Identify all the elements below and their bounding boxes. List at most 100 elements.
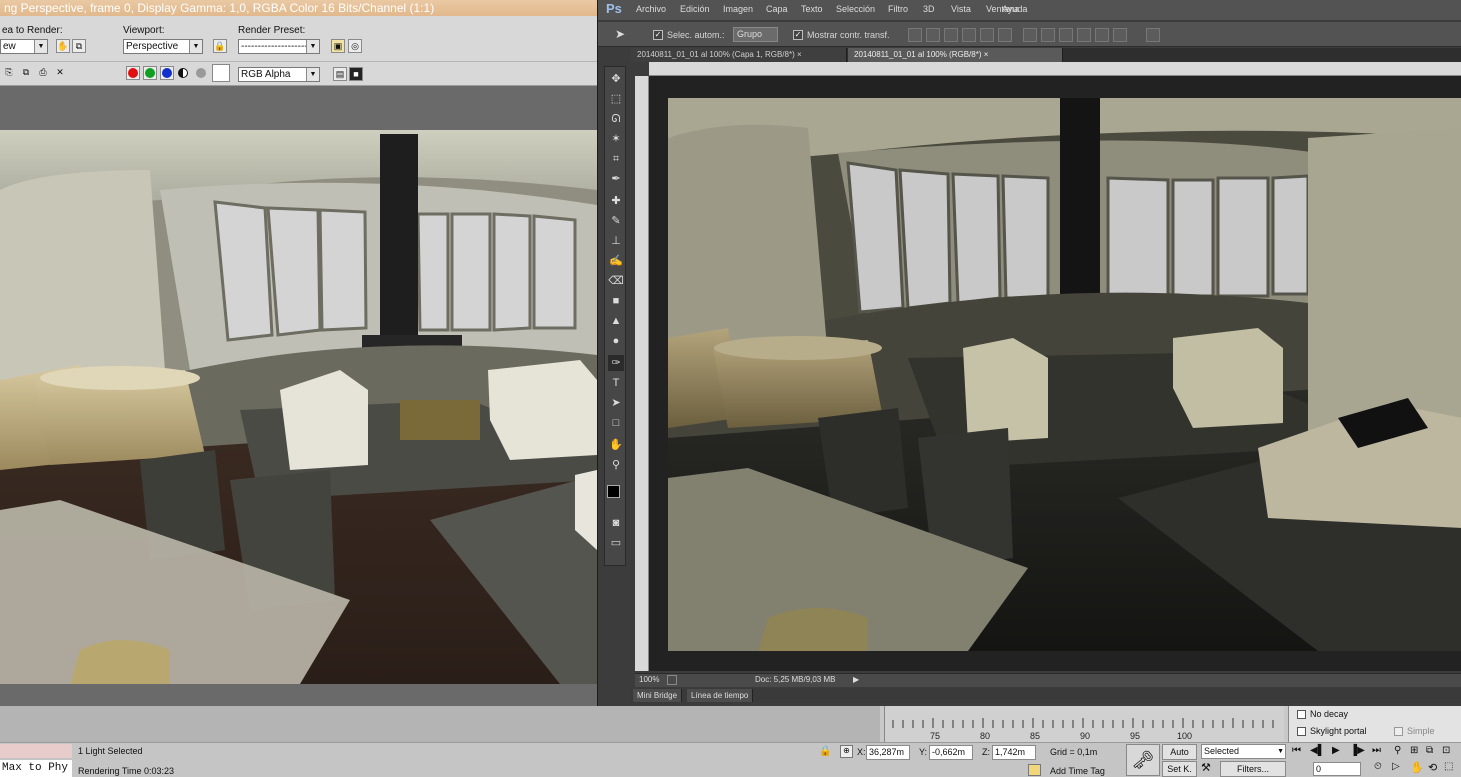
distribute-top-icon[interactable] (1023, 28, 1037, 42)
edit-region-icon[interactable]: ✋ (56, 39, 70, 53)
goto-start-icon[interactable]: ⏮ (1292, 745, 1301, 756)
status-icon[interactable] (667, 675, 677, 685)
environment-icon[interactable]: ◎ (348, 39, 362, 53)
z-coordinate-field[interactable]: 1,742m (992, 745, 1036, 760)
display-channel-icon[interactable]: ▤ (333, 67, 347, 81)
y-coordinate-field[interactable]: -0,662m (929, 745, 973, 760)
dodge-icon[interactable]: ● (608, 333, 624, 349)
field-of-view-icon[interactable]: ▷ (1392, 761, 1400, 772)
key-filter-icon[interactable]: ⚒ (1201, 761, 1217, 776)
screen-mode-icon[interactable]: ▭ (608, 535, 624, 551)
status-menu-arrow[interactable]: ▶ (853, 675, 859, 684)
skylight-portal-checkbox[interactable] (1297, 727, 1306, 736)
display-alpha-icon[interactable]: ■ (349, 67, 363, 81)
quick-mask-icon[interactable]: ◙ (608, 515, 624, 531)
auto-select-dropdown[interactable]: Grupo (733, 27, 778, 42)
time-slider[interactable] (0, 706, 880, 742)
mono-icon[interactable] (196, 68, 206, 78)
menu-3d[interactable]: 3D (923, 4, 935, 14)
distribute-right-icon[interactable] (1113, 28, 1127, 42)
menu-imagen[interactable]: Imagen (723, 4, 753, 14)
align-vcenter-icon[interactable] (926, 28, 940, 42)
hand-icon[interactable]: ✋ (608, 437, 624, 453)
lasso-icon[interactable]: ᘏ (608, 111, 624, 127)
zoom-icon[interactable]: ⚲ (608, 457, 624, 473)
green-channel-toggle[interactable] (143, 66, 157, 80)
viewport-dropdown[interactable]: Perspective ▼ (123, 39, 203, 54)
set-key-icon[interactable]: 🗝 (1126, 744, 1160, 776)
time-config-icon[interactable]: ⏲ (1374, 761, 1382, 772)
eraser-icon[interactable]: ⌫ (608, 273, 624, 289)
red-channel-toggle[interactable] (126, 66, 140, 80)
save-image-icon[interactable]: ⎘ (2, 66, 16, 80)
zoom-extents-all-icon[interactable]: ⊡ (1442, 745, 1450, 756)
distribute-hcenter-icon[interactable] (1095, 28, 1109, 42)
x-coordinate-field[interactable]: 36,287m (866, 745, 910, 760)
stamp-icon[interactable]: ⊥ (608, 233, 624, 249)
quick-select-icon[interactable]: ✶ (608, 131, 624, 147)
area-to-render-dropdown[interactable]: ew ▼ (0, 39, 48, 54)
type-icon[interactable]: T (608, 375, 624, 391)
healing-icon[interactable]: ✚ (608, 193, 624, 209)
simple-checkbox[interactable] (1394, 727, 1403, 736)
path-select-icon[interactable]: ➤ (608, 395, 624, 411)
menu-ayuda[interactable]: Ayuda (1002, 4, 1027, 14)
filters-button[interactable]: Filters... (1220, 761, 1286, 777)
current-frame-field[interactable]: 0 (1313, 762, 1361, 776)
maximize-viewport-icon[interactable]: ⬚ (1444, 761, 1453, 772)
align-left-icon[interactable] (962, 28, 976, 42)
alpha-channel-icon[interactable] (178, 68, 188, 78)
lock-selection-icon[interactable]: 🔒 (819, 746, 831, 757)
distribute-vcenter-icon[interactable] (1041, 28, 1055, 42)
menu-vista[interactable]: Vista (951, 4, 971, 14)
render-setup-icon[interactable]: ▣ (331, 39, 345, 53)
distribute-left-icon[interactable] (1077, 28, 1091, 42)
play-icon[interactable]: ▶ (1332, 745, 1340, 756)
render-preset-dropdown[interactable]: -------------------- ▼ (238, 39, 320, 54)
align-top-icon[interactable] (908, 28, 922, 42)
time-tag-icon[interactable] (1028, 764, 1041, 776)
move-tool-icon[interactable]: ➤ (615, 27, 625, 41)
add-time-tag[interactable]: Add Time Tag (1050, 766, 1105, 776)
menu-edicion[interactable]: Edición (680, 4, 710, 14)
timeline-tab[interactable]: Línea de tiempo (687, 689, 754, 702)
orbit-icon[interactable]: ⟲ (1428, 761, 1437, 774)
distribute-bottom-icon[interactable] (1059, 28, 1073, 42)
zoom-level[interactable]: 100% (639, 675, 659, 684)
lock-icon[interactable]: 🔒 (213, 39, 227, 53)
pan-icon[interactable]: ✋ (1410, 761, 1424, 774)
zoom-extents-icon[interactable]: ⧉ (1426, 745, 1433, 756)
menu-archivo[interactable]: Archivo (636, 4, 666, 14)
blue-channel-toggle[interactable] (160, 66, 174, 80)
menu-capa[interactable]: Capa (766, 4, 788, 14)
marquee-icon[interactable]: ⬚ (608, 91, 624, 107)
document-tab-2[interactable]: 20140811_01_01 al 100% (RGB/8*) × (848, 48, 1063, 62)
menu-filtro[interactable]: Filtro (888, 4, 908, 14)
prev-frame-icon[interactable]: ◀▌ (1310, 745, 1325, 756)
zoom-all-icon[interactable]: ⊞ (1410, 745, 1418, 756)
no-decay-checkbox[interactable] (1297, 710, 1306, 719)
zoom-viewport-icon[interactable]: ⚲ (1394, 745, 1401, 756)
align-bottom-icon[interactable] (944, 28, 958, 42)
trackbar[interactable]: 75 80 85 90 95 100 (884, 706, 1284, 742)
goto-end-icon[interactable]: ⏭ (1372, 745, 1381, 756)
auto-key-button[interactable]: Auto (1162, 744, 1197, 760)
key-mode-dropdown[interactable]: Selected ▼ (1201, 744, 1286, 759)
eyedropper-icon[interactable]: ✒ (608, 171, 624, 187)
script-listener-red[interactable] (0, 744, 72, 758)
auto-align-icon[interactable] (1146, 28, 1160, 42)
auto-region-icon[interactable]: ⧉ (72, 39, 86, 53)
document-tab-1[interactable]: 20140811_01_01 al 100% (Capa 1, RGB/8*) … (631, 48, 847, 62)
menu-texto[interactable]: Texto (801, 4, 823, 14)
auto-select-checkbox[interactable]: ✓ (653, 30, 663, 40)
print-icon[interactable]: ⎙ (36, 66, 50, 80)
brush-icon[interactable]: ✎ (608, 213, 624, 229)
script-listener-input[interactable]: Max to Phy (0, 760, 72, 777)
gradient-icon[interactable]: ■ (608, 293, 624, 309)
clear-icon[interactable]: ✕ (53, 66, 67, 80)
menu-seleccion[interactable]: Selección (836, 4, 875, 14)
channel-dropdown[interactable]: RGB Alpha ▼ (238, 67, 320, 82)
pen-icon[interactable]: ✑ (608, 355, 624, 371)
align-right-icon[interactable] (998, 28, 1012, 42)
copy-image-icon[interactable]: ⧉ (19, 66, 33, 80)
